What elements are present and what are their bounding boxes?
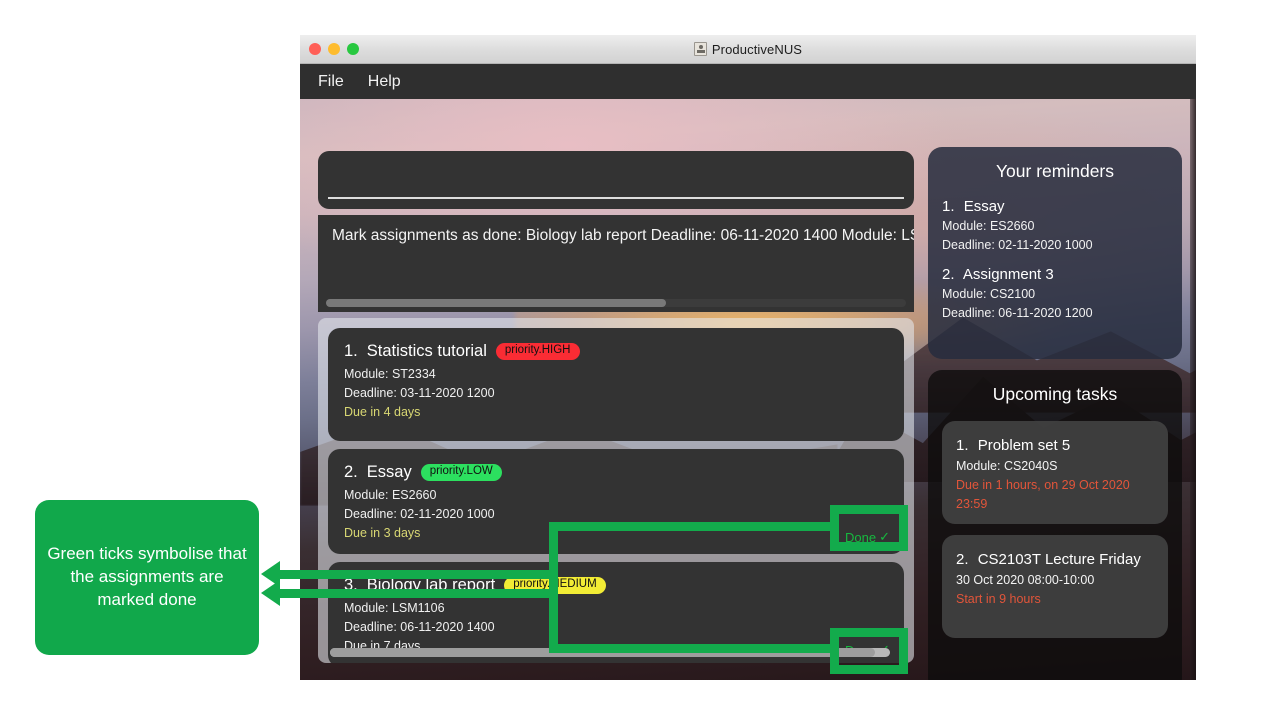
assignment-title-row: 3. Biology lab report priority.MEDIUM — [344, 576, 888, 595]
assignment-card[interactable]: 2. Essay priority.LOW Module: ES2660 Dea… — [328, 449, 904, 554]
upcoming-title: 1. Problem set 5 — [956, 437, 1154, 454]
upcoming-detail: Module: CS2040S — [956, 459, 1058, 473]
annotation-callout-text: Green ticks symbolise that the assignmen… — [47, 544, 247, 609]
menubar: File Help — [300, 64, 1196, 99]
assignment-due: Due in 3 days — [344, 526, 421, 541]
reminder-deadline: Deadline: 06-11-2020 1200 — [942, 305, 1093, 320]
upcoming-name: CS2103T Lecture Friday — [977, 551, 1141, 568]
green-tick-icon: ✓ — [879, 529, 890, 544]
main-column: Mark assignments as done: Biology lab re… — [318, 151, 914, 663]
upcoming-detail: 30 Oct 2020 08:00-10:00 — [956, 573, 1095, 587]
assignment-module: Module: ST2334 — [344, 367, 436, 381]
window-title: ProductiveNUS — [711, 41, 803, 57]
reminder-item[interactable]: 1. Essay Module: ES2660 Deadline: 02-11-… — [942, 198, 1168, 254]
upcoming-index: 2. — [956, 551, 969, 568]
close-button[interactable] — [309, 43, 321, 55]
reminders-heading: Your reminders — [995, 161, 1115, 181]
annotation-arrow-2 — [261, 580, 280, 606]
priority-badge: priority.HIGH — [495, 343, 580, 360]
priority-badge: priority.MEDIUM — [504, 577, 606, 594]
assignment-title-row: 2. Essay priority.LOW — [344, 463, 888, 482]
assignment-module: Module: LSM1106 — [344, 601, 445, 615]
sidebar: Your reminders 1. Essay Module: ES2660 D… — [928, 147, 1182, 680]
upcoming-index: 1. — [956, 437, 969, 454]
reminder-title: 2. Assignment 3 — [942, 266, 1168, 283]
upcoming-task-card[interactable]: 1. Problem set 5 Module: CS2040S Due in … — [942, 421, 1168, 524]
feedback-text: Mark assignments as done: Biology lab re… — [332, 227, 914, 244]
command-input[interactable] — [318, 151, 914, 209]
window-right-frame — [1190, 99, 1196, 680]
assignment-due: Due in 4 days — [344, 405, 421, 420]
assignment-index: 1. — [344, 342, 358, 360]
upcoming-warning: Start in 9 hours — [956, 591, 1041, 606]
upcoming-heading: Upcoming tasks — [992, 384, 1118, 404]
assignment-module: Module: ES2660 — [344, 488, 437, 502]
reminder-item[interactable]: 2. Assignment 3 Module: CS2100 Deadline:… — [942, 266, 1168, 322]
upcoming-name: Problem set 5 — [977, 437, 1071, 454]
done-status: Done ✓ — [845, 529, 890, 545]
assignment-name: Statistics tutorial — [366, 342, 487, 360]
traffic-lights — [309, 43, 359, 55]
reminder-index: 2. — [942, 266, 955, 283]
assignment-deadline: Deadline: 02-11-2020 1000 — [344, 507, 495, 522]
reminder-name: Assignment 3 — [962, 266, 1054, 283]
assignment-index: 3. — [344, 576, 358, 594]
reminder-module: Module: CS2100 — [942, 287, 1036, 301]
window-titlebar: ProductiveNUS — [300, 35, 1196, 64]
annotation-arrow-1 — [261, 561, 280, 587]
annotation-callout-box: Green ticks symbolise that the assignmen… — [35, 500, 259, 655]
command-input-underline — [328, 197, 904, 199]
feedback-panel: Mark assignments as done: Biology lab re… — [318, 215, 914, 312]
window-title-group: ProductiveNUS — [300, 42, 1196, 57]
menu-item-file[interactable]: File — [318, 73, 344, 91]
feedback-scrollbar[interactable] — [326, 299, 906, 307]
reminder-title: 1. Essay — [942, 198, 1168, 215]
done-label: Done — [845, 529, 877, 545]
upcoming-task-card[interactable]: 2. CS2103T Lecture Friday 30 Oct 2020 08… — [942, 535, 1168, 638]
minimize-button[interactable] — [328, 43, 340, 55]
desktop-wallpaper: Mark assignments as done: Biology lab re… — [300, 99, 1196, 680]
app-window: ProductiveNUS File Help Mark assignments… — [300, 35, 1196, 680]
assignment-deadline: Deadline: 03-11-2020 1200 — [344, 386, 495, 401]
assignment-title-row: 1. Statistics tutorial priority.HIGH — [344, 342, 888, 361]
feedback-scroll-thumb[interactable] — [326, 299, 666, 307]
priority-badge: priority.LOW — [420, 464, 502, 481]
upcoming-title: 2. CS2103T Lecture Friday — [956, 551, 1154, 568]
zoom-button[interactable] — [347, 43, 359, 55]
assignment-index: 2. — [344, 463, 358, 481]
assignment-deadline: Deadline: 06-11-2020 1400 — [344, 620, 495, 635]
app-person-icon — [693, 42, 707, 56]
upcoming-warning: Due in 1 hours, on 29 Oct 2020 23:59 — [956, 477, 1130, 511]
assignment-name: Biology lab report — [366, 576, 496, 594]
assignment-name: Essay — [366, 463, 412, 481]
upcoming-tasks-panel: Upcoming tasks 1. Problem set 5 Module: … — [928, 370, 1182, 680]
reminder-module: Module: ES2660 — [942, 219, 1035, 233]
reminder-index: 1. — [942, 198, 955, 215]
reminder-deadline: Deadline: 02-11-2020 1000 — [942, 237, 1093, 252]
reminder-name: Essay — [963, 198, 1005, 215]
assignment-list-scroll-thumb[interactable] — [330, 648, 875, 657]
menu-item-help[interactable]: Help — [368, 73, 401, 91]
reminders-panel: Your reminders 1. Essay Module: ES2660 D… — [928, 147, 1182, 359]
assignment-list-panel: 1. Statistics tutorial priority.HIGH Mod… — [318, 318, 914, 663]
assignment-list-scrollbar[interactable] — [330, 648, 890, 657]
assignment-card[interactable]: 1. Statistics tutorial priority.HIGH Mod… — [328, 328, 904, 441]
